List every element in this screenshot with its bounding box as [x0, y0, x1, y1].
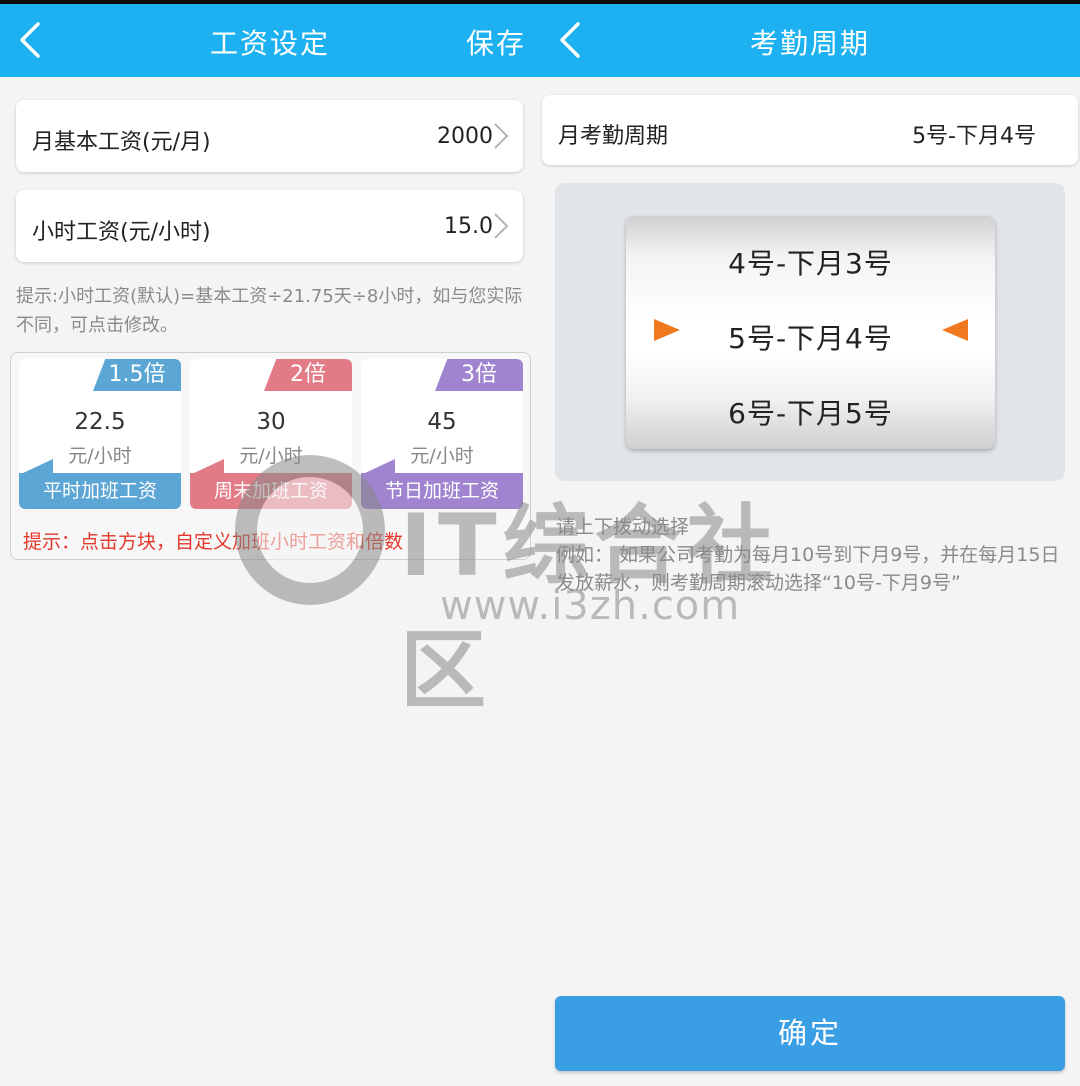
hourly-salary-label: 小时工资(元/小时) — [32, 220, 211, 245]
overtime-label: 周末加班工资 — [190, 459, 352, 509]
period-row[interactable]: 月考勤周期 5号-下月4号 — [542, 95, 1078, 165]
picker-option[interactable]: 6号-下月5号 — [626, 392, 995, 432]
confirm-button[interactable]: 确定 — [555, 996, 1065, 1071]
overtime-panel: 1.5倍 22.5 元/小时 平时加班工资 2倍 30 元/小时 周末加班工资 … — [10, 352, 531, 560]
instruction-example: 例如： 如果公司考勤为每月10号到下月9号，并在每月15日发放薪水，则考勤周期滚… — [556, 544, 1060, 594]
multiplier-badge: 3倍 — [435, 359, 523, 391]
overtime-label-text: 周末加班工资 — [213, 480, 328, 502]
period-value: 5号-下月4号 — [912, 124, 1036, 149]
overtime-label: 平时加班工资 — [19, 459, 181, 509]
hourly-salary-value: 15.0 — [444, 214, 493, 239]
selection-arrow-left-icon — [942, 319, 968, 341]
multiplier-badge: 2倍 — [264, 359, 352, 391]
picker-option[interactable]: 4号-下月3号 — [626, 242, 995, 282]
save-button[interactable]: 保存 — [466, 22, 526, 62]
period-wheel-picker[interactable]: 4号-下月3号 5号-下月4号 6号-下月5号 — [626, 216, 995, 449]
selection-arrow-right-icon — [654, 319, 680, 341]
page-title: 考勤周期 — [749, 27, 870, 60]
attendance-period-screen: 考勤周期 月考勤周期 5号-下月4号 4号-下月3号 5号-下月4号 6号-下月… — [540, 0, 1080, 1086]
chevron-right-icon — [493, 122, 509, 150]
overtime-box-weekday[interactable]: 1.5倍 22.5 元/小时 平时加班工资 — [19, 359, 181, 509]
picker-option-selected[interactable]: 5号-下月4号 — [626, 317, 995, 357]
overtime-amount: 22.5 — [74, 409, 126, 435]
overtime-amount: 45 — [427, 409, 457, 435]
salary-settings-screen: 工资设定 保存 月基本工资(元/月) 2000 小时工资(元/小时) 15.0 … — [0, 0, 540, 1086]
overtime-label: 节日加班工资 — [361, 459, 523, 509]
hourly-salary-row[interactable]: 小时工资(元/小时) 15.0 — [16, 190, 523, 262]
overtime-tip: 提示：点击方块，自定义加班小时工资和倍数 — [23, 531, 404, 553]
base-salary-value: 2000 — [437, 124, 493, 149]
header-bar: 工资设定 保存 — [0, 0, 540, 77]
hourly-salary-hint: 提示:小时工资(默认)=基本工资÷21.75天÷8小时，如与您实际不同，可点击修… — [16, 286, 523, 336]
instruction-line: 请上下拨动选择 — [556, 516, 690, 538]
base-salary-label: 月基本工资(元/月) — [32, 130, 211, 155]
picker-instruction: 请上下拨动选择 例如： 如果公司考勤为每月10号到下月9号，并在每月15日发放薪… — [556, 513, 1066, 597]
overtime-label-text: 节日加班工资 — [384, 480, 499, 502]
base-salary-row[interactable]: 月基本工资(元/月) 2000 — [16, 100, 523, 172]
overtime-box-holiday[interactable]: 3倍 45 元/小时 节日加班工资 — [361, 359, 523, 509]
period-label: 月考勤周期 — [558, 124, 669, 149]
page-title: 工资设定 — [209, 27, 330, 60]
multiplier-badge: 1.5倍 — [93, 359, 181, 391]
overtime-amount: 30 — [256, 409, 286, 435]
header-bar: 考勤周期 — [540, 0, 1080, 77]
overtime-label-text: 平时加班工资 — [42, 480, 157, 502]
overtime-box-weekend[interactable]: 2倍 30 元/小时 周末加班工资 — [190, 359, 352, 509]
chevron-right-icon — [493, 212, 509, 240]
